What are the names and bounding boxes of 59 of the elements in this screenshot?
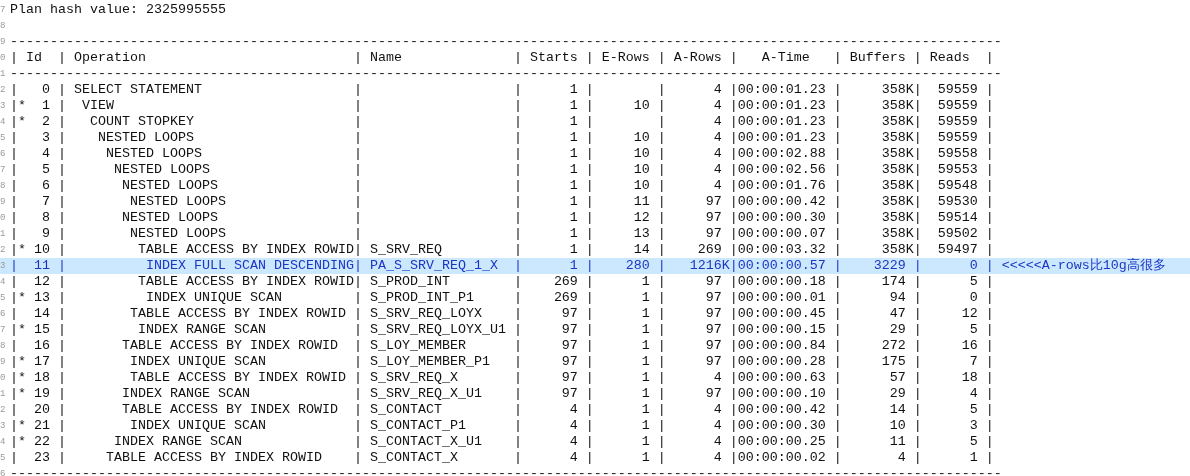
line-number: 3 — [0, 420, 7, 433]
line-number: 9 — [0, 356, 7, 369]
code-line: | 4 | NESTED LOOPS | | 1 | 10 | 4 |00:00:02.88 | 358K| 59558 | — [9, 146, 994, 162]
line-number: 8 — [0, 340, 7, 353]
code-line: |* 19 | INDEX RANGE SCAN | S_SRV_REQ_X_U1 | 97 | 1 | 97 |00:00:00.10 | 29 | 4 | — [9, 386, 994, 402]
code-line: Plan hash value: 2325995555 — [9, 2, 226, 18]
code-line: | 8 | NESTED LOOPS | | 1 | 12 | 97 |00:00:00.30 | 358K| 59514 | — [9, 210, 994, 226]
line-number: 0 — [0, 52, 7, 65]
code-line: |* 10 | TABLE ACCESS BY INDEX ROWID| S_SRV_REQ | 1 | 14 | 269 |00:00:03.32 | 358K| 59497 | — [9, 242, 994, 258]
code-line: | 5 | NESTED LOOPS | | 1 | 10 | 4 |00:00:02.56 | 358K| 59553 | — [9, 162, 994, 178]
code-line: | 7 | NESTED LOOPS | | 1 | 11 | 97 |00:00:00.42 | 358K| 59530 | — [9, 194, 994, 210]
line-number: 1 — [0, 228, 7, 241]
code-line: | 23 | TABLE ACCESS BY INDEX ROWID | S_CONTACT_X | 4 | 1 | 4 |00:00:00.02 | 4 | 1 | — [9, 450, 994, 466]
line-number: 9 — [0, 36, 7, 49]
code-line: | 6 | NESTED LOOPS | | 1 | 10 | 4 |00:00:01.76 | 358K| 59548 | — [9, 178, 994, 194]
line-number: 4 — [0, 116, 7, 129]
line-number: 8 — [0, 20, 7, 33]
code-line: | 12 | TABLE ACCESS BY INDEX ROWID| S_PROD_INT | 269 | 1 | 97 |00:00:00.18 | 174 | 5 | — [9, 274, 994, 290]
line-number: 4 — [0, 436, 7, 449]
line-number: 3 — [0, 260, 7, 273]
code-line: ---------------------------------------------------------------------------------------------------------------------------- — [9, 66, 1002, 82]
line-number: 2 — [0, 244, 7, 257]
code-line: | Id | Operation | Name | Starts | E-Rows | A-Rows | A-Time | Buffers | Reads | — [9, 50, 994, 66]
code-line: | 14 | TABLE ACCESS BY INDEX ROWID | S_SRV_REQ_LOYX | 97 | 1 | 97 |00:00:00.45 | 47 | 12 | — [9, 306, 994, 322]
code-line: |* 15 | INDEX RANGE SCAN | S_SRV_REQ_LOYX_U1 | 97 | 1 | 97 |00:00:00.15 | 29 | 5 | — [9, 322, 994, 338]
code-line: |* 18 | TABLE ACCESS BY INDEX ROWID | S_SRV_REQ_X | 97 | 1 | 4 |00:00:00.63 | 57 | 18 | — [9, 370, 994, 386]
line-number: 6 — [0, 308, 7, 321]
line-number: 6 — [0, 468, 7, 476]
line-number: 1 — [0, 388, 7, 401]
line-number: 7 — [0, 4, 7, 17]
line-number: 2 — [0, 404, 7, 417]
code-line: | 3 | NESTED LOOPS | | 1 | 10 | 4 |00:00:01.23 | 358K| 59559 | — [9, 130, 994, 146]
code-line: ---------------------------------------------------------------------------------------------------------------------------- — [9, 466, 1002, 476]
code-line: |* 2 | COUNT STOPKEY | | 1 | | 4 |00:00:01.23 | 358K| 59559 | — [9, 114, 994, 130]
line-number: 9 — [0, 196, 7, 209]
line-number: 5 — [0, 452, 7, 465]
line-number: 3 — [0, 100, 7, 113]
code-line: |* 13 | INDEX UNIQUE SCAN | S_PROD_INT_P1 | 269 | 1 | 97 |00:00:00.01 | 94 | 0 | — [9, 290, 994, 306]
code-line: ---------------------------------------------------------------------------------------------------------------------------- — [9, 34, 1002, 50]
line-number: 4 — [0, 276, 7, 289]
code-line: | 16 | TABLE ACCESS BY INDEX ROWID | S_LOY_MEMBER | 97 | 1 | 97 |00:00:00.84 | 272 | 16 | — [9, 338, 994, 354]
line-number: 1 — [0, 68, 7, 81]
line-number: 5 — [0, 132, 7, 145]
code-line: |* 17 | INDEX UNIQUE SCAN | S_LOY_MEMBER_P1 | 97 | 1 | 97 |00:00:00.28 | 175 | 7 | — [9, 354, 994, 370]
code-line: | 20 | TABLE ACCESS BY INDEX ROWID | S_CONTACT | 4 | 1 | 4 |00:00:00.42 | 14 | 5 | — [9, 402, 994, 418]
line-number: 8 — [0, 180, 7, 193]
code-line: |* 1 | VIEW | | 1 | 10 | 4 |00:00:01.23 | 358K| 59559 | — [9, 98, 994, 114]
line-number: 6 — [0, 148, 7, 161]
line-number: 7 — [0, 324, 7, 337]
code-line: | 11 | INDEX FULL SCAN DESCENDING| PA_S_SRV_REQ_1_X | 1 | 280 | 1216K|00:00:00.57 | 3229 | 0 | <<<<<A-rows比10g高很多 — [9, 258, 1166, 274]
code-line: |* 22 | INDEX RANGE SCAN | S_CONTACT_X_U1 | 4 | 1 | 4 |00:00:00.25 | 11 | 5 | — [9, 434, 994, 450]
line-number: 5 — [0, 292, 7, 305]
line-number: 0 — [0, 372, 7, 385]
line-number: 7 — [0, 164, 7, 177]
code-line: |* 21 | INDEX UNIQUE SCAN | S_CONTACT_P1 | 4 | 1 | 4 |00:00:00.30 | 10 | 3 | — [9, 418, 994, 434]
code-line: | 9 | NESTED LOOPS | | 1 | 13 | 97 |00:00:00.07 | 358K| 59502 | — [9, 226, 994, 242]
line-number: 0 — [0, 212, 7, 225]
line-number: 2 — [0, 84, 7, 97]
code-line: | 0 | SELECT STATEMENT | | 1 | | 4 |00:00:01.23 | 358K| 59559 | — [9, 82, 994, 98]
